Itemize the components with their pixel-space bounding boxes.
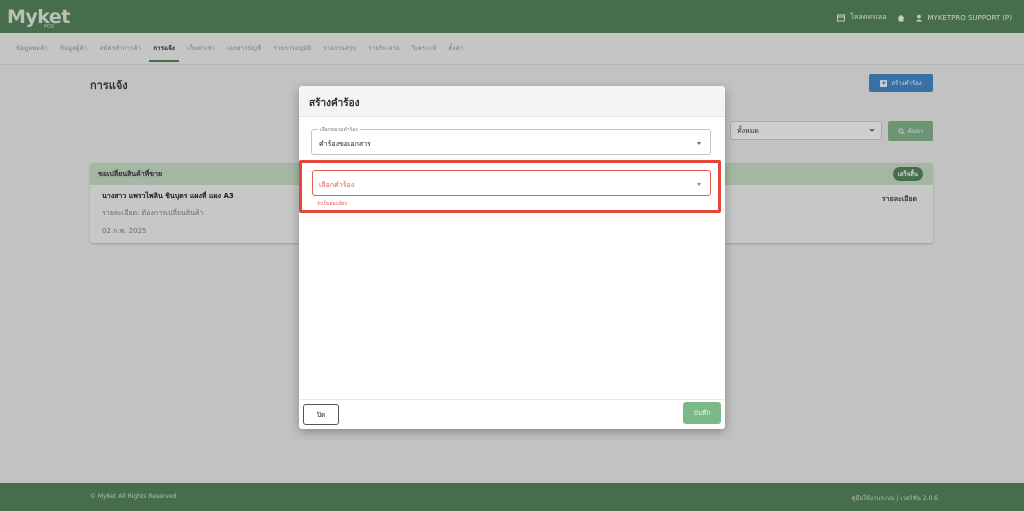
dialog-title: สร้างคำร้อง [299, 86, 725, 117]
highlight-box [299, 160, 721, 213]
category-label: เลือกหมวดคำร้อง [318, 126, 360, 134]
close-button[interactable]: ปิด [303, 404, 339, 425]
create-request-dialog: สร้างคำร้อง เลือกหมวดคำร้อง คำร้องขอเอกส… [299, 86, 725, 429]
category-value: คำร้องขอเอกสาร [319, 140, 371, 148]
dialog-footer: ปิด บันทึก [299, 399, 725, 429]
save-button[interactable]: บันทึก [683, 402, 721, 424]
category-select[interactable]: เลือกหมวดคำร้อง คำร้องขอเอกสาร [311, 126, 711, 155]
chevron-down-icon [697, 142, 701, 145]
